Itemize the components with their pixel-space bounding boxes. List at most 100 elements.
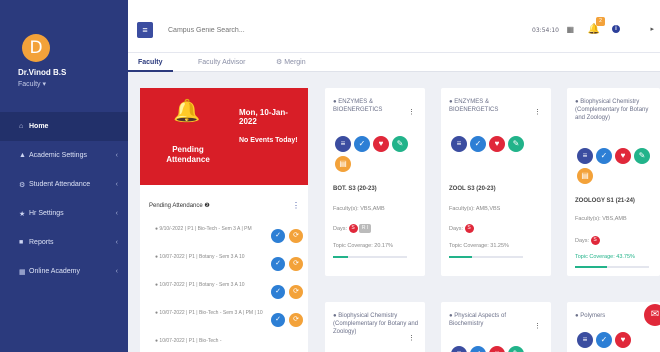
more-options-icon[interactable]: ⋮ — [534, 322, 541, 330]
list-item: ● 10/07-2022 | P1 | Bio-Tech - — [155, 335, 305, 352]
check-icon[interactable]: ✓ — [596, 148, 612, 164]
document-icon[interactable]: ▤ — [335, 156, 351, 172]
more-options-icon[interactable]: ⋮ — [292, 201, 300, 210]
list-item: ● 10/07-2022 | P1 | Botany - Sem 3 A 10 … — [155, 279, 305, 307]
sidebar-item-home[interactable]: ⌂ Home — [0, 112, 128, 141]
menu-toggle-button[interactable]: ≡ — [137, 22, 153, 38]
list-icon[interactable]: ≡ — [451, 346, 467, 352]
calendar-icon[interactable]: ▦ — [566, 25, 574, 34]
check-icon[interactable]: ✓ — [470, 346, 486, 352]
course-actions: ≡ ✓ ♥ — [577, 332, 657, 352]
more-options-icon[interactable]: ⋮ — [534, 108, 541, 116]
list-item: ● 9/10/-2022 | P1 | Bio-Tech - Sem 3 A |… — [155, 223, 305, 251]
pending-item-text: ● 10/07-2022 | P1 | Botany - Sem 3 A 10 — [155, 282, 245, 288]
user-name[interactable]: Dr.Vinod B.S — [18, 68, 66, 77]
heart-icon[interactable]: ♥ — [489, 346, 505, 352]
course-title: ● ENZYMES & BIOENERGETICS — [449, 99, 499, 113]
postpone-button[interactable]: ⟳ — [289, 257, 303, 271]
postpone-button[interactable]: ⟳ — [289, 313, 303, 327]
postpone-button[interactable]: ⟳ — [289, 229, 303, 243]
coverage-progress-fill — [449, 256, 473, 258]
clock: 03:54:10 — [532, 27, 559, 34]
sidebar-item-online-academy[interactable]: ▦ Online Academy ‹ — [0, 257, 128, 286]
sidebar-item-label: Student Attendance — [29, 181, 91, 188]
course-card[interactable]: ● ENZYMES & BIOENERGETICS ⋮ ≡ ✓ ♥ ✎ ▤ BO… — [325, 88, 425, 276]
course-title: ● Biophysical Chemistry (Complementary f… — [575, 99, 649, 121]
mark-attendance-button[interactable]: ✓ — [271, 257, 285, 271]
course-title: ● Biophysical Chemistry (Complementary f… — [333, 313, 419, 335]
notification-badge: 2 — [596, 17, 605, 26]
check-icon[interactable]: ✓ — [470, 136, 486, 152]
sidebar-item-reports[interactable]: ■ Reports ‹ — [0, 228, 128, 257]
course-actions: ≡ ✓ ♥ ✎ — [451, 136, 531, 156]
chevron-right-icon: ‹ — [115, 210, 118, 217]
check-icon[interactable]: ✓ — [354, 136, 370, 152]
chat-button[interactable]: ✉ — [644, 304, 660, 326]
mark-attendance-button[interactable]: ✓ — [271, 313, 285, 327]
more-icon[interactable]: ▸ — [650, 25, 654, 33]
document-icon[interactable]: ▤ — [577, 168, 593, 184]
course-title: ● Physical Aspects of Biochemistry — [449, 313, 506, 327]
bell-icon: 🔔 — [173, 98, 201, 123]
pending-item-text: ● 10/07-2022 | P1 | Bio-Tech - — [155, 338, 222, 344]
list-icon[interactable]: ≡ — [335, 136, 351, 152]
days-label: Days: — [449, 225, 464, 232]
course-card[interactable]: ● Physical Aspects of Biochemistry ⋮ ≡ ✓… — [441, 302, 551, 352]
user-role-dropdown[interactable]: Faculty ▾ — [18, 80, 46, 88]
list-icon[interactable]: ≡ — [451, 136, 467, 152]
topic-coverage: Topic Coverage: 20.17% — [333, 243, 393, 249]
faculty-names: Faculty(s): VBS,AMB — [575, 216, 627, 222]
sidebar-item-academic-settings[interactable]: ▲ Academic Settings ‹ — [0, 141, 128, 170]
list-icon[interactable]: ≡ — [577, 332, 593, 348]
sidebar-item-label: Reports — [29, 239, 54, 246]
sidebar-item-label: Home — [29, 123, 49, 130]
days-label: Days: — [575, 237, 590, 244]
chevron-right-icon: ‹ — [115, 239, 118, 246]
pending-item-text: ● 10/07-2022 | P1 | Bio-Tech - Sem 3 A |… — [155, 310, 263, 316]
heart-icon[interactable]: ♥ — [615, 332, 631, 348]
course-code: ZOOLOGY S1 (21-24) — [575, 198, 635, 204]
settings-icon: ⚙ — [19, 181, 26, 189]
sidebar-item-label: Hr Settings — [29, 210, 64, 217]
edit-icon[interactable]: ✎ — [392, 136, 408, 152]
check-icon[interactable]: ✓ — [596, 332, 612, 348]
sidebar-nav: ⌂ Home ▲ Academic Settings ‹ ⚙ Student A… — [0, 112, 128, 286]
search-input[interactable] — [168, 22, 368, 38]
more-options-icon[interactable]: ⋮ — [408, 334, 415, 342]
course-card[interactable]: ● ENZYMES & BIOENERGETICS ⋮ ≡ ✓ ♥ ✎ ZOOL… — [441, 88, 551, 276]
edit-icon[interactable]: ✎ — [508, 346, 524, 352]
mark-attendance-button[interactable]: ✓ — [271, 229, 285, 243]
mark-attendance-button[interactable]: ✓ — [271, 285, 285, 299]
pending-attendance-card[interactable]: 🔔 Pending Attendance Mon, 10-Jan-2022 No… — [140, 88, 308, 185]
more-options-icon[interactable]: ⋮ — [408, 108, 415, 116]
list-item: ● 10/07-2022 | P1 | Bio-Tech - Sem 3 A |… — [155, 307, 305, 335]
postpone-button[interactable]: ⟳ — [289, 285, 303, 299]
info-icon[interactable]: i — [612, 25, 620, 33]
course-code: BOT. S3 (20-23) — [333, 186, 377, 192]
tab-bar: Faculty Faculty Advisor ⚙ Mergin — [128, 52, 660, 72]
avatar[interactable]: D — [22, 34, 50, 62]
faculty-names: Faculty(s): VBS,AMB — [333, 206, 385, 212]
sidebar-item-hr-settings[interactable]: ★ Hr Settings ‹ — [0, 199, 128, 228]
tab-faculty-advisor[interactable]: Faculty Advisor — [188, 53, 255, 72]
chevron-right-icon: ‹ — [115, 181, 118, 188]
pending-item-text: ● 9/10/-2022 | P1 | Bio-Tech - Sem 3 A |… — [155, 226, 252, 232]
sidebar-item-student-attendance[interactable]: ⚙ Student Attendance ‹ — [0, 170, 128, 199]
list-item: ● 10/07-2022 | P1 | Botany - Sem 3 A 10 … — [155, 251, 305, 279]
course-card[interactable]: ● Biophysical Chemistry (Complementary f… — [325, 302, 425, 352]
heart-icon[interactable]: ♥ — [489, 136, 505, 152]
day-badge: S — [348, 224, 358, 233]
edit-icon[interactable]: ✎ — [634, 148, 650, 164]
heart-icon[interactable]: ♥ — [615, 148, 631, 164]
topic-coverage: Topic Coverage: 31.25% — [449, 243, 509, 249]
coverage-progress-fill — [575, 266, 608, 268]
events-status: No Events Today! — [239, 137, 298, 144]
list-icon[interactable]: ≡ — [577, 148, 593, 164]
pending-item-text: ● 10/07-2022 | P1 | Botany - Sem 3 A 10 — [155, 254, 245, 260]
course-card[interactable]: ● Biophysical Chemistry (Complementary f… — [567, 88, 660, 276]
edit-icon[interactable]: ✎ — [508, 136, 524, 152]
heart-icon[interactable]: ♥ — [373, 136, 389, 152]
days-label: Days: — [333, 225, 348, 232]
tab-mergin[interactable]: ⚙ Mergin — [266, 53, 316, 72]
tab-faculty[interactable]: Faculty — [128, 53, 173, 72]
